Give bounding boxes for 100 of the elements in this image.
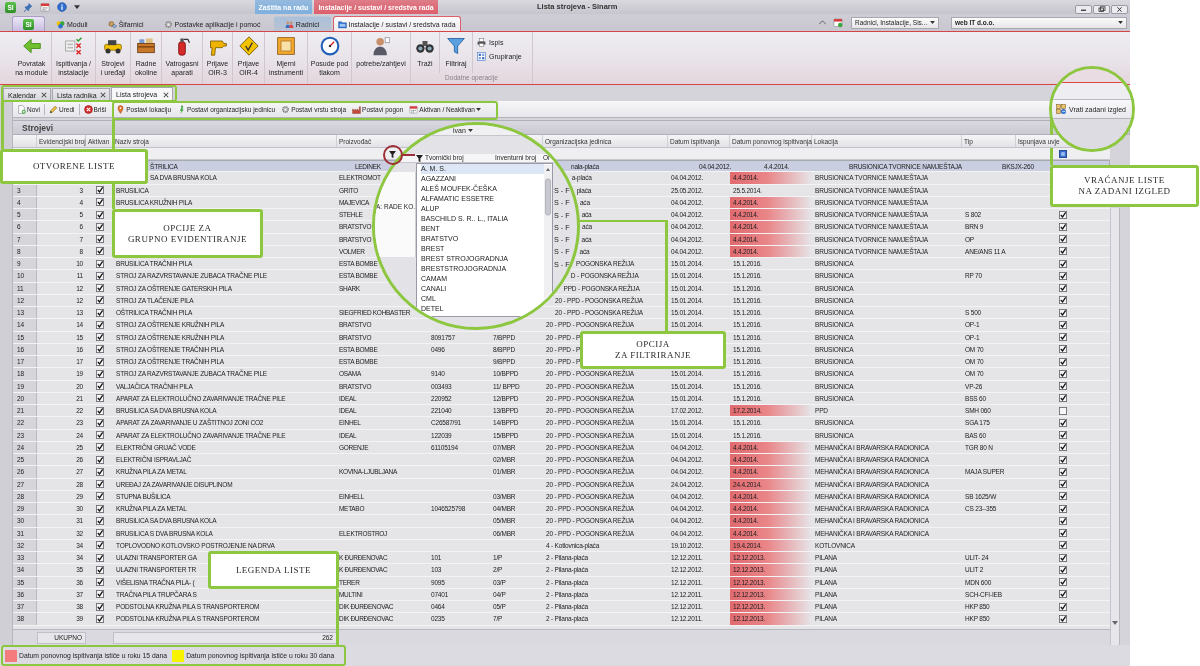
- checkbox[interactable]: [1059, 345, 1067, 354]
- checkbox[interactable]: [1059, 529, 1067, 538]
- checkbox[interactable]: [95, 259, 104, 268]
- checkbox[interactable]: [1059, 247, 1067, 256]
- checkbox[interactable]: [1059, 602, 1067, 611]
- close-icon[interactable]: [100, 92, 106, 98]
- checkbox[interactable]: [1059, 284, 1067, 293]
- scrollbar[interactable]: [1110, 208, 1120, 645]
- restore-button[interactable]: [1093, 5, 1110, 14]
- calendar-icon[interactable]: [40, 2, 50, 12]
- highlight-ring: [382, 144, 403, 165]
- checkbox[interactable]: [1059, 455, 1067, 464]
- checkbox[interactable]: [95, 186, 104, 195]
- circles-icon: [56, 19, 65, 29]
- checkbox[interactable]: [1059, 431, 1067, 440]
- caret-icon[interactable]: [74, 5, 80, 9]
- checkbox[interactable]: [95, 369, 104, 378]
- checkbox[interactable]: [95, 210, 104, 219]
- checkbox[interactable]: [1059, 271, 1067, 280]
- gear-icon: [163, 19, 173, 29]
- caret-icon: [1118, 21, 1123, 24]
- minimize-button[interactable]: [1075, 5, 1092, 14]
- funnel-icon[interactable]: [389, 151, 396, 158]
- checkbox[interactable]: [95, 333, 104, 342]
- checkbox[interactable]: [95, 284, 104, 293]
- checkbox[interactable]: [1059, 516, 1067, 525]
- checkbox[interactable]: [95, 504, 104, 513]
- checkbox[interactable]: [1059, 369, 1067, 378]
- callout-tooltip: VRAĆANJE LISTE NA ZADANI IZGLED: [1050, 165, 1199, 207]
- checkbox[interactable]: [95, 247, 104, 256]
- checkbox[interactable]: [95, 553, 104, 562]
- pencil-icon: [49, 104, 58, 114]
- checkbox[interactable]: [1059, 480, 1067, 489]
- checkbox[interactable]: [1059, 504, 1067, 513]
- checkbox[interactable]: [1059, 222, 1067, 231]
- checkbox[interactable]: [1059, 394, 1067, 403]
- layout-icon: [1056, 104, 1066, 114]
- checkbox[interactable]: [1059, 590, 1067, 599]
- checkbox[interactable]: [95, 418, 104, 427]
- grid-icon: [477, 52, 486, 61]
- checkbox[interactable]: [1059, 418, 1067, 427]
- checkbox[interactable]: [95, 271, 104, 280]
- checkbox[interactable]: [1059, 382, 1067, 391]
- filter-toggle-icon[interactable]: [1059, 149, 1067, 158]
- document-plus-icon: [17, 104, 26, 114]
- checkbox[interactable]: [95, 345, 104, 354]
- checkbox[interactable]: [1059, 259, 1067, 268]
- checkbox[interactable]: [1059, 210, 1067, 219]
- checkbox[interactable]: [95, 431, 104, 440]
- checkbox[interactable]: [95, 296, 104, 305]
- calendar-icon: [409, 104, 419, 114]
- checkbox[interactable]: [1059, 492, 1067, 501]
- checkbox[interactable]: [1059, 357, 1067, 366]
- close-icon[interactable]: [163, 91, 169, 98]
- close-button[interactable]: [1111, 5, 1128, 14]
- checkbox[interactable]: [1059, 443, 1067, 452]
- checkbox[interactable]: [1059, 320, 1067, 329]
- checkbox[interactable]: [95, 516, 104, 525]
- checkbox[interactable]: [1059, 308, 1067, 317]
- checkbox[interactable]: [95, 565, 104, 574]
- checkbox[interactable]: [95, 492, 104, 501]
- checkbox[interactable]: [95, 308, 104, 317]
- checkbox[interactable]: [95, 394, 104, 403]
- person-icon: [371, 36, 391, 56]
- checkbox[interactable]: [95, 443, 104, 452]
- checkbox[interactable]: [95, 529, 104, 538]
- checkbox[interactable]: [95, 614, 104, 623]
- pushpin-icon[interactable]: [23, 2, 33, 12]
- checkbox[interactable]: [1059, 578, 1067, 587]
- checkbox[interactable]: [1059, 541, 1067, 550]
- checkbox[interactable]: [95, 541, 104, 550]
- checkbox[interactable]: [95, 578, 104, 587]
- checkbox[interactable]: [95, 382, 104, 391]
- checkbox[interactable]: [95, 602, 104, 611]
- people-icon: [284, 19, 294, 29]
- info-icon[interactable]: [57, 2, 67, 12]
- checkbox[interactable]: [95, 455, 104, 464]
- close-icon[interactable]: [41, 92, 47, 98]
- checkbox[interactable]: [95, 480, 104, 489]
- checkbox[interactable]: [95, 222, 104, 231]
- checkbox[interactable]: [1059, 333, 1067, 342]
- checkbox[interactable]: [1059, 235, 1067, 244]
- checkbox[interactable]: [1059, 296, 1067, 305]
- scroll-down-icon[interactable]: [1112, 621, 1118, 625]
- checkbox[interactable]: [1059, 614, 1067, 623]
- checkbox[interactable]: [95, 235, 104, 244]
- checkbox[interactable]: [95, 357, 104, 366]
- checkbox[interactable]: [95, 320, 104, 329]
- checkbox[interactable]: [1059, 406, 1067, 415]
- checkbox[interactable]: [1059, 553, 1067, 562]
- checkbox[interactable]: [95, 198, 104, 207]
- checkbox[interactable]: [1059, 565, 1067, 574]
- caret-icon: [475, 107, 481, 111]
- checkbox[interactable]: [95, 406, 104, 415]
- callout-tooltip: OTVORENE LISTE: [0, 149, 148, 184]
- checklist-icon: [63, 36, 84, 56]
- checkbox[interactable]: [95, 467, 104, 476]
- checkbox[interactable]: [95, 590, 104, 599]
- checkbox[interactable]: [1059, 467, 1067, 476]
- calendar-icon[interactable]: [833, 17, 843, 28]
